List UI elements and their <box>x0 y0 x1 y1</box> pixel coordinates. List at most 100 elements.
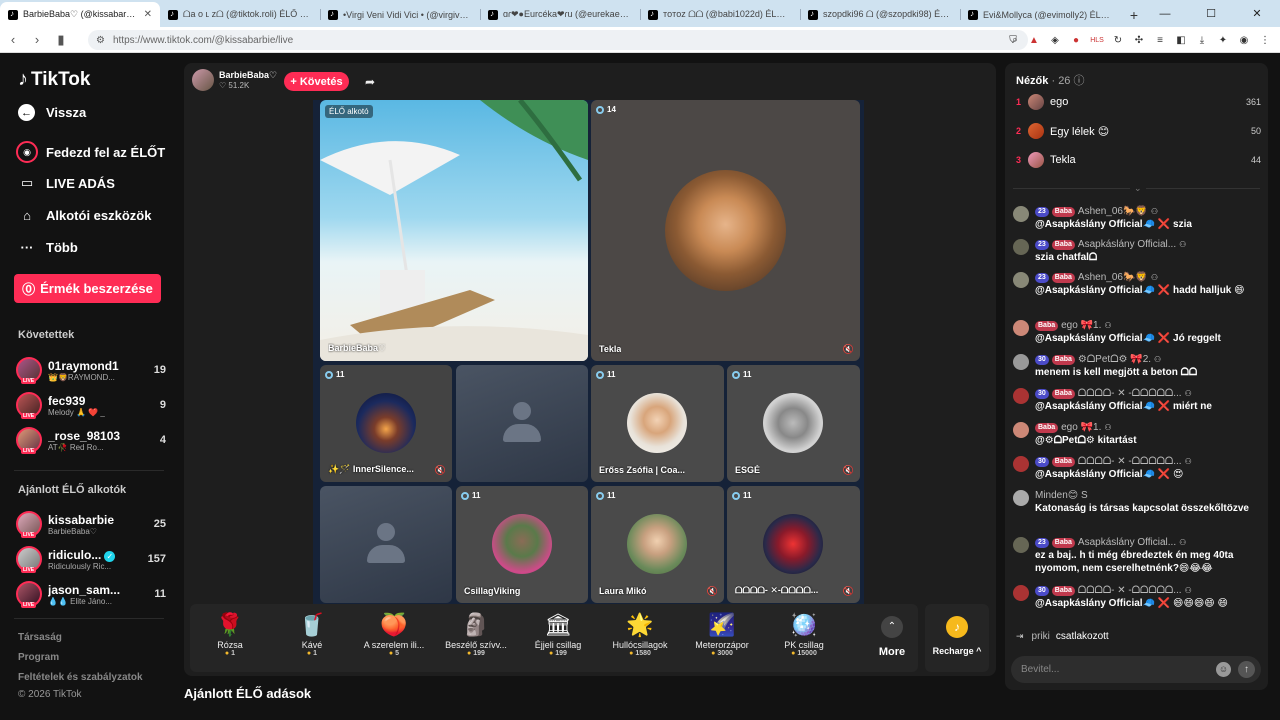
tiktok-favicon-icon <box>968 9 978 20</box>
browser-tab[interactable]: Evi&Mollyca (@evimolly2) ÉLŐ adás <box>960 2 1120 27</box>
empty-guest-slot[interactable] <box>320 486 452 603</box>
nav-creator-tools[interactable]: ⌂ Alkotói eszközök <box>18 206 151 224</box>
tiktok-live-page: ♪ TikTok ← Vissza ◉ Fedezd fel az ÉLŐT ▭ LIV… <box>0 53 1280 720</box>
browser-tab[interactable]: ɑɾ❤●Eurcéka❤ɾu (@eurekaeurcs) <box>480 2 640 27</box>
avatar <box>1013 422 1029 438</box>
extension-icon[interactable]: HLS <box>1090 33 1104 47</box>
following-account[interactable]: 01raymond1👑🦁RAYMOND... 19 <box>16 355 166 385</box>
bookmark-icon[interactable]: ▮ <box>50 29 72 51</box>
guest-name: Laura Mikó <box>599 586 647 596</box>
back-arrow-icon[interactable]: ‹ <box>2 29 24 51</box>
sidebar-icon[interactable]: ◧ <box>1174 33 1188 47</box>
nav-more[interactable]: ··· Több <box>18 238 78 256</box>
top-viewer[interactable]: 3 Tekla 44 <box>1016 149 1261 171</box>
guest-cell[interactable]: 11 ᗝᗝᗝᗝ- ✕-ᗝᗝᗝᗝ... 🔇 <box>727 486 860 603</box>
nav-explore-live[interactable]: ◉ Fedezd fel az ÉLŐT <box>16 141 165 163</box>
share-icon[interactable]: ➦ <box>360 72 380 92</box>
guest-cell-host[interactable]: ÉLŐ alkotó BarbieBaba♡ <box>320 100 588 361</box>
gift-ring-icon <box>732 491 740 500</box>
follow-button[interactable]: + Követés <box>284 72 349 91</box>
extension-icon[interactable]: ◈ <box>1048 33 1062 47</box>
avatar <box>16 546 42 573</box>
live-avatar-icon: ◉ <box>16 141 38 163</box>
gift-coffee[interactable]: 🥤Kávé1 <box>272 612 352 657</box>
guest-cell[interactable]: 11 Laura Mikó 🔇 <box>591 486 724 603</box>
guest-avatar <box>665 170 786 291</box>
browser-tab[interactable]: BarbieBaba♡ (@kissabarbie)✕ <box>0 2 160 27</box>
vpn-icon[interactable]: ◉ <box>1237 33 1251 47</box>
gift-shooting-stars[interactable]: 🌟Hullócsillagok1580 <box>600 612 680 657</box>
following-account[interactable]: fec939Melody 🙏 ❤️ _ 9 <box>16 390 166 420</box>
guest-avatar <box>763 393 823 453</box>
footer-link-program[interactable]: Program <box>18 652 59 663</box>
guest-cell[interactable]: 11 Erőss Zsófia | Coa... <box>591 365 724 482</box>
get-coins-button[interactable]: ⓪ Érmék beszerzése <box>14 274 161 303</box>
gift-ring-icon <box>325 370 333 379</box>
chat-message: 23 Baba Ashen_06🐎🦁 ⚇ @Asapkáslány Official🧢 … <box>1013 205 1259 231</box>
emoji-icon[interactable]: ☺ <box>1216 662 1231 677</box>
maximize-icon[interactable]: ☐ <box>1188 0 1234 27</box>
gift-night-star[interactable]: 🏛Éjjeli csillag199 <box>518 612 598 657</box>
chat-message: Baba ego 🎀1. ⚇ @⚙ᗝPetᗝ⚙ kitartást <box>1013 421 1259 447</box>
viewers-title: Nézők · 26 ⓘ <box>1016 75 1085 87</box>
puzzle-icon[interactable]: ✣ <box>1132 33 1146 47</box>
host-avatar[interactable] <box>192 69 214 91</box>
empty-guest-slot[interactable] <box>456 365 588 482</box>
top-viewer[interactable]: 2 Egy lélek 😊 50 <box>1016 120 1261 142</box>
recommended-account[interactable]: kissabarbieBarbieBaba♡ 25 <box>16 509 166 539</box>
back-link[interactable]: ← Vissza <box>18 104 86 121</box>
forward-arrow-icon[interactable]: › <box>26 29 48 51</box>
guest-avatar <box>627 393 687 453</box>
chat-message: Minden😊 S Katonaság is társas kapcsolat ö… <box>1013 489 1259 515</box>
footer-link-terms[interactable]: Feltételek és szabályzatok <box>18 672 143 683</box>
guest-cell[interactable]: 11 ✨🪄 InnerSilence... 🔇 <box>320 365 452 482</box>
footer-link-company[interactable]: Társaság <box>18 632 62 643</box>
recommended-account[interactable]: ridiculo...✓Ridiculously Ric... 157 <box>16 544 166 574</box>
avatar <box>1013 585 1029 601</box>
menu-icon[interactable]: ⋮ <box>1258 33 1272 47</box>
refresh-icon[interactable]: ↻ <box>1111 33 1125 47</box>
browser-tab[interactable]: ᗝa o ʟ ᴢᗝ (@tiktok.roli) ÉLŐ adás <box>160 2 320 27</box>
browser-tab[interactable]: •Virgi Veni Vidi Vici • (@virgivenividiv… <box>320 2 480 27</box>
following-account[interactable]: _rose_98103AT🥀 Red Ro... 4 <box>16 425 166 455</box>
guest-cell[interactable]: 14 Tekla 🔇 <box>591 100 860 361</box>
close-window-icon[interactable]: ✕ <box>1234 0 1280 27</box>
more-gifts-button[interactable]: ⌃ More <box>870 612 914 658</box>
chevron-down-icon[interactable]: ⌄ <box>1130 183 1146 194</box>
host-info[interactable]: BarbieBaba♡ ♡ 51.2K <box>192 69 277 91</box>
gift-meteor-shower[interactable]: 🌠Meterorzápor3000 <box>682 612 762 657</box>
shield-icon[interactable]: ⛉ <box>1006 33 1020 47</box>
gift-love[interactable]: 🍑A szerelem ili...5 <box>354 612 434 657</box>
browser-tab[interactable]: szopdki96 ᗝ (@szopdki98) ÉLŐ adás <box>800 2 960 27</box>
gift-rose[interactable]: 🌹Rózsa1 <box>190 612 270 657</box>
pk-star-icon: 🪩 <box>790 612 818 637</box>
sparkle-icon[interactable]: ✦ <box>1216 33 1230 47</box>
close-tab-icon[interactable]: ✕ <box>144 9 152 20</box>
chat-message: 23 Baba Asapkáslány Official... ⚇ szia chatf… <box>1013 238 1259 264</box>
empty-user-icon <box>364 522 408 567</box>
info-icon[interactable]: ⓘ <box>1074 75 1085 87</box>
tiktok-logo[interactable]: ♪ TikTok <box>18 68 90 91</box>
top-viewer[interactable]: 1 ego 361 <box>1016 91 1261 113</box>
playlist-icon[interactable]: ≡ <box>1153 33 1167 47</box>
guest-cell[interactable]: 11 CsillagViking <box>456 486 588 603</box>
chat-input[interactable]: Bevitel... ☺ ↑ <box>1011 656 1261 683</box>
avatar <box>16 581 42 608</box>
url-field[interactable]: ⚙ https://www.tiktok.com/@kissabarbie/li… <box>88 30 1028 50</box>
recharge-button[interactable]: ♪ Recharge ^ <box>925 604 989 672</box>
gift-ring-icon <box>596 491 604 500</box>
guest-cell[interactable]: 11 ESGÉ 🔇 <box>727 365 860 482</box>
nav-live-broadcast[interactable]: ▭ LIVE ADÁS <box>18 174 115 192</box>
send-icon[interactable]: ↑ <box>1238 661 1255 678</box>
coin-icon: ⓪ <box>22 282 36 297</box>
browser-tab[interactable]: тoтoz ᗝᗝ (@babi1022d) ÉLŐ adás <box>640 2 800 27</box>
recommended-account[interactable]: jason_sam...💧💧 Elite Jáno... 11 <box>16 579 166 609</box>
minimize-icon[interactable]: — <box>1142 0 1188 27</box>
download-icon[interactable]: ⤓ <box>1195 33 1209 47</box>
extension-icon[interactable]: ● <box>1069 33 1083 47</box>
gift-pk-star[interactable]: 🪩PK csillag15000 <box>764 612 844 657</box>
site-settings-icon[interactable]: ⚙ <box>96 35 105 46</box>
mic-muted-icon: 🔇 <box>434 465 446 475</box>
warning-icon[interactable]: ▲ <box>1027 33 1041 47</box>
gift-talking-heart[interactable]: 🗿Beszélő szívv...199 <box>436 612 516 657</box>
